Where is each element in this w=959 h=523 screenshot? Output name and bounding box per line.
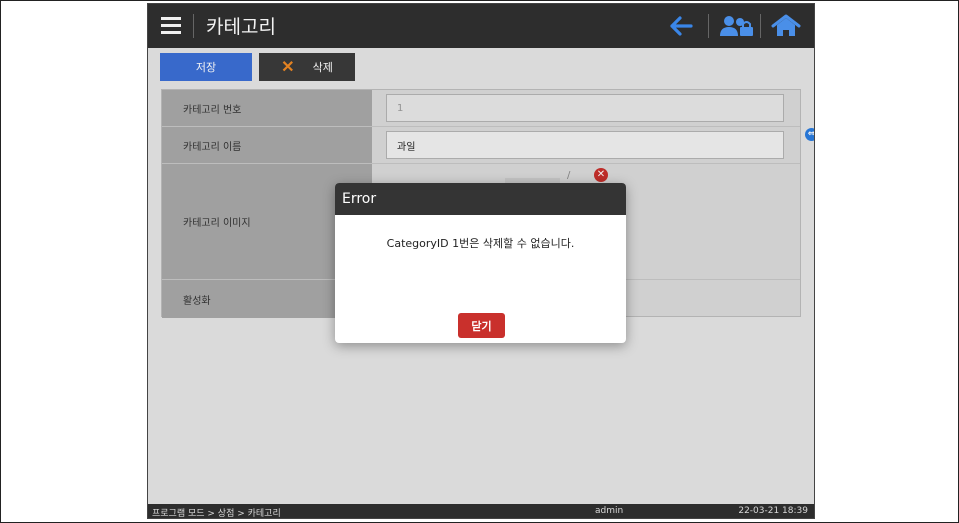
status-bar: 프로그램 모드 > 상점 > 카테고리 admin 22-03-21 18:39 (148, 504, 814, 519)
divider (708, 14, 709, 38)
current-user: admin (595, 506, 624, 516)
hamburger-menu-icon[interactable] (161, 17, 181, 34)
app-window: 카테고리 저장 ✕ 삭제 카테고리 번호 1 카테고리 이름 과일 카테고리 이… (147, 3, 815, 519)
divider (193, 14, 194, 38)
dialog-message: CategoryID 1번은 삭제할 수 없습니다. (386, 237, 575, 250)
error-dialog: Error CategoryID 1번은 삭제할 수 없습니다. 닫기 (335, 183, 626, 343)
home-icon[interactable] (771, 14, 801, 38)
breadcrumb: 프로그램 모드 > 상점 > 카테고리 (152, 509, 281, 519)
user-admin-icon[interactable] (720, 14, 754, 38)
datetime: 22-03-21 18:39 (738, 506, 808, 516)
close-button[interactable]: 닫기 (458, 313, 505, 338)
screenshot-frame: 카테고리 저장 ✕ 삭제 카테고리 번호 1 카테고리 이름 과일 카테고리 이… (0, 0, 959, 523)
top-bar: 카테고리 (148, 4, 814, 48)
dialog-title: Error (335, 183, 626, 215)
back-arrow-icon[interactable] (669, 15, 693, 37)
page-title: 카테고리 (206, 16, 276, 38)
divider (760, 14, 761, 38)
